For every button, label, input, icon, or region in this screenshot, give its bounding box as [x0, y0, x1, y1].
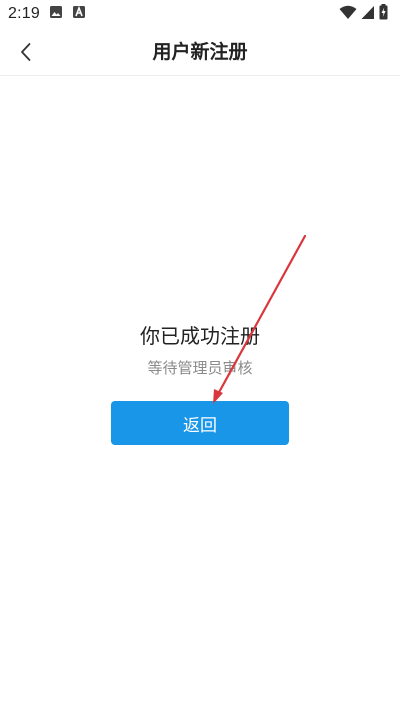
nav-bar: 用户新注册	[0, 28, 400, 76]
status-time: 2:19	[8, 5, 40, 22]
image-icon	[49, 5, 63, 23]
status-right	[339, 4, 388, 24]
wifi-icon	[339, 5, 357, 24]
return-button[interactable]: 返回	[111, 401, 289, 445]
status-bar: 2:19	[0, 0, 400, 28]
status-left: 2:19	[8, 5, 86, 23]
signal-icon	[361, 5, 375, 24]
success-message: 你已成功注册	[140, 324, 260, 348]
annotation-arrow-icon	[213, 234, 307, 404]
page-title: 用户新注册	[152, 41, 248, 63]
pending-review-message: 等待管理员审核	[147, 359, 253, 377]
a-notification-icon	[72, 5, 86, 23]
registration-success-screen: 2:19 用户新注册 你已成功注册 等待管理员审核 返回	[0, 0, 400, 711]
battery-charging-icon	[379, 4, 388, 24]
